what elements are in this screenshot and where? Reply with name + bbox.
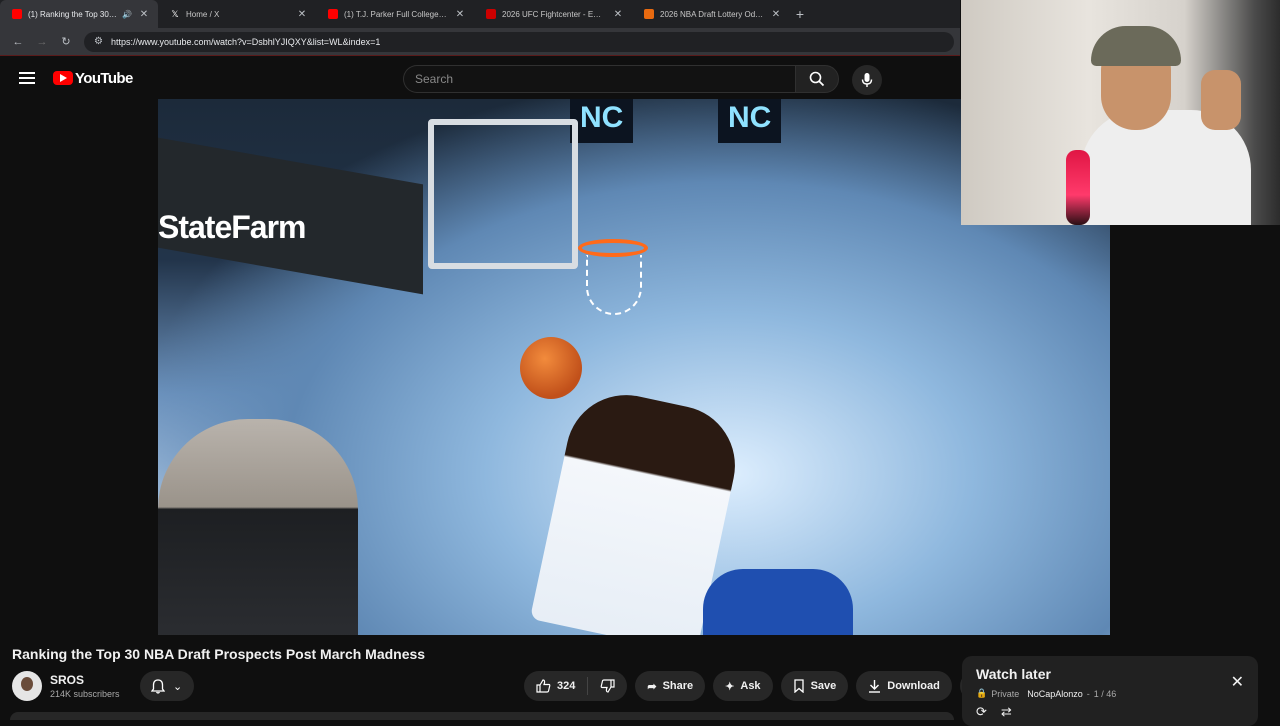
search-input[interactable]: Search <box>403 65 795 93</box>
browser-tab-strip: (1) Ranking the Top 30 NBA 🔊 ✕ 𝕏 Home / … <box>0 0 960 28</box>
thumbs-down-icon <box>600 679 615 693</box>
basketball <box>520 337 582 399</box>
youtube-favicon-icon <box>12 9 22 19</box>
tab-ufc-fightcenter[interactable]: 2026 UFC Fightcenter - ESPN ✕ <box>474 0 632 28</box>
close-tab-icon[interactable]: ✕ <box>612 9 624 20</box>
download-icon <box>869 680 881 693</box>
like-dislike-group: 324 <box>524 671 628 701</box>
menu-icon[interactable] <box>19 72 35 84</box>
streamer-cap <box>1091 26 1181 66</box>
tab-title: 2026 NBA Draft Lottery Odds | <box>660 9 764 19</box>
subscriber-count: 214K subscribers <box>50 689 120 699</box>
tab-nba-lottery[interactable]: 2026 NBA Draft Lottery Odds | ✕ <box>632 0 790 28</box>
back-arrow-icon[interactable]: ← <box>6 36 30 48</box>
playlist-title[interactable]: Watch later <box>976 666 1244 682</box>
backboard <box>428 119 578 269</box>
channel-avatar[interactable] <box>12 671 42 701</box>
channel-owner: SROS 214K subscribers ⌄ <box>12 671 194 701</box>
site-info-icon[interactable]: ⚙ <box>94 36 103 47</box>
url-text: https://www.youtube.com/watch?v=DsbhlYJI… <box>110 36 381 47</box>
channel-name[interactable]: SROS <box>50 673 120 687</box>
espn-favicon-icon <box>486 9 496 19</box>
video-actions: 324 ➦ Share ✦ Ask Save Download ⋯ <box>524 671 990 701</box>
webcam-overlay <box>961 0 1280 225</box>
speaker-icon[interactable]: 🔊 <box>122 10 132 19</box>
streamer-arm <box>1201 70 1241 130</box>
x-favicon-icon: 𝕏 <box>171 9 179 19</box>
browser-toolbar: ← → ↻ ⚙ https://www.youtube.com/watch?v=… <box>0 28 960 56</box>
like-button[interactable]: 324 <box>524 671 587 701</box>
save-button[interactable]: Save <box>780 671 849 701</box>
search-bar: Search <box>403 65 839 93</box>
save-label: Save <box>810 680 837 692</box>
logo-wordmark: YouTube <box>75 69 133 87</box>
referee-figure <box>158 419 358 635</box>
notification-bell-button[interactable]: ⌄ <box>139 671 194 701</box>
video-title: Ranking the Top 30 NBA Draft Prospects P… <box>12 646 426 662</box>
lock-icon: 🔒 <box>976 688 988 698</box>
download-button[interactable]: Download <box>856 671 952 701</box>
search-placeholder: Search <box>415 72 454 86</box>
chevron-down-icon: ⌄ <box>172 680 183 693</box>
playlist-position: 1 / 46 <box>1093 688 1117 699</box>
close-tab-icon[interactable]: ✕ <box>770 9 782 20</box>
address-bar[interactable]: ⚙ https://www.youtube.com/watch?v=DsbhlY… <box>84 31 954 52</box>
tab-x-home[interactable]: 𝕏 Home / X ✕ <box>158 0 316 28</box>
close-tab-icon[interactable]: ✕ <box>296 9 308 20</box>
odds-favicon-icon <box>644 9 654 19</box>
voice-search-button[interactable] <box>852 65 882 95</box>
share-label: Share <box>662 680 694 692</box>
reload-icon[interactable]: ↻ <box>54 35 78 48</box>
shuffle-icon[interactable]: ⇄ <box>1001 704 1012 720</box>
share-icon: ➦ <box>647 680 657 693</box>
arena-scoreboard: NC <box>570 99 634 143</box>
youtube-header: YouTube Search <box>0 58 960 98</box>
loop-icon[interactable]: ⟳ <box>976 704 987 720</box>
download-label: Download <box>887 680 940 692</box>
forward-arrow-icon[interactable]: → <box>30 36 54 48</box>
tab-tj-parker[interactable]: (1) T.J. Parker Full College Footb ✕ <box>316 0 474 28</box>
channel-info: SROS 214K subscribers <box>50 673 120 699</box>
description-box-edge <box>10 712 954 720</box>
playlist-meta: 🔒 Private NoCapAlonzo - 1 / 46 <box>976 688 1244 699</box>
opponent-figure <box>703 569 853 635</box>
basketball-net <box>586 255 642 315</box>
bookmark-icon <box>793 679 804 693</box>
tab-title: 2026 UFC Fightcenter - ESPN <box>502 9 606 19</box>
sparkle-icon: ✦ <box>725 680 735 693</box>
tab-title: (1) T.J. Parker Full College Footb <box>344 9 448 19</box>
microphone-icon <box>861 73 873 87</box>
youtube-logo[interactable]: YouTube <box>53 70 133 87</box>
arena-scoreboard: NC <box>718 99 782 143</box>
new-tab-icon[interactable]: + <box>790 6 810 22</box>
playlist-privacy: Private <box>991 688 1020 699</box>
playlist-owner[interactable]: NoCapAlonzo <box>1027 689 1083 699</box>
close-playlist-icon[interactable]: ✕ <box>1231 672 1244 692</box>
tab-title: Home / X <box>186 9 220 19</box>
tab-title: (1) Ranking the Top 30 NBA <box>28 9 119 19</box>
youtube-play-icon <box>53 71 73 85</box>
thumbs-up-icon <box>536 679 551 693</box>
tab-youtube-video[interactable]: (1) Ranking the Top 30 NBA 🔊 ✕ <box>0 0 158 28</box>
bell-icon <box>150 678 165 694</box>
watch-later-playlist-panel: Watch later 🔒 Private NoCapAlonzo - 1 / … <box>962 656 1258 726</box>
ask-label: Ask <box>740 680 761 692</box>
ask-button[interactable]: ✦ Ask <box>713 671 773 701</box>
dislike-button[interactable] <box>588 671 627 701</box>
youtube-favicon-icon <box>328 9 338 19</box>
playlist-controls: ⟳ ⇄ <box>976 704 1012 720</box>
share-button[interactable]: ➦ Share <box>635 671 706 701</box>
close-tab-icon[interactable]: ✕ <box>138 9 150 20</box>
search-button[interactable] <box>795 65 839 93</box>
like-count: 324 <box>557 680 576 692</box>
banner-text: StateFarm <box>158 209 306 245</box>
playlist-separator: - <box>1086 688 1090 699</box>
close-tab-icon[interactable]: ✕ <box>454 9 466 20</box>
search-icon <box>809 71 825 87</box>
streamer-microphone <box>1066 150 1090 225</box>
